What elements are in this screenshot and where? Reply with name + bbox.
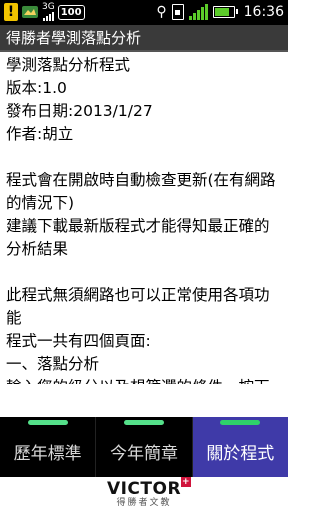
tab-about-app[interactable]: 關於程式 bbox=[192, 417, 288, 477]
battery-percent-badge: 100 bbox=[57, 4, 85, 20]
system-icons: ⚲ 16:36 bbox=[156, 2, 284, 22]
app-notification-icon bbox=[21, 3, 39, 21]
app-title-bar: 得勝者學測落點分析 bbox=[0, 25, 288, 52]
logo-subtitle: 得勝者文教 bbox=[116, 498, 172, 508]
status-bar: ! 3G 100 ⚲ 16:36 bbox=[0, 0, 288, 25]
sim-card-icon bbox=[171, 4, 184, 20]
pages-note-text: 程式一共有四個頁面: bbox=[6, 332, 151, 350]
clock: 16:36 bbox=[243, 4, 284, 20]
victor-logo: VICTOR + bbox=[106, 477, 192, 499]
tab-indicator bbox=[123, 420, 164, 425]
tab-label: 歷年標準 bbox=[13, 444, 82, 464]
warning-notification-icon: ! bbox=[4, 3, 18, 21]
notification-icons: ! 3G 100 bbox=[4, 3, 85, 21]
section-1-body: 輸入您的級分以及想篩選的條件，按下開始分析以後會出現結果落點分析時需要一點時間，… bbox=[6, 376, 282, 384]
recommend-note-text: 建議下載最新版程式才能得知最正確的分析結果 bbox=[6, 217, 270, 258]
app-name-text: 學測落點分析程式 bbox=[6, 56, 131, 74]
release-date-text: 發布日期:2013/1/27 bbox=[6, 102, 153, 120]
about-content[interactable]: 學測落點分析程式 版本:1.0 發布日期:2013/1/27 作者:胡立 程式會… bbox=[0, 54, 288, 384]
wifi-signal-icon bbox=[188, 4, 208, 20]
tab-label: 關於程式 bbox=[206, 444, 275, 464]
tab-history-standards[interactable]: 歷年標準 bbox=[0, 417, 97, 477]
offline-note-text: 此程式無須網路也可以正常使用各項功能 bbox=[6, 286, 270, 327]
tab-indicator bbox=[27, 420, 68, 425]
battery-icon bbox=[212, 6, 238, 18]
bottom-tab-bar: 歷年標準 今年簡章 關於程式 bbox=[0, 417, 288, 477]
tab-this-year-brochure[interactable]: 今年簡章 bbox=[96, 417, 193, 477]
version-text: 版本:1.0 bbox=[6, 79, 67, 97]
tab-label: 今年簡章 bbox=[109, 444, 178, 464]
logo-plus-icon: + bbox=[181, 477, 192, 487]
brand-footer: VICTOR + 得勝者文教 bbox=[0, 477, 288, 512]
usb-icon: ⚲ bbox=[156, 4, 167, 20]
section-1-title: 一、落點分析 bbox=[6, 355, 100, 373]
network-type-label: 3G bbox=[42, 2, 55, 12]
update-note-text: 程式會在開啟時自動檢查更新(在有網路的情況下) bbox=[6, 171, 276, 212]
3g-signal-icon: 3G bbox=[42, 3, 55, 21]
tab-indicator bbox=[220, 420, 261, 425]
app-title: 得勝者學測落點分析 bbox=[6, 29, 142, 47]
logo-text: VICTOR bbox=[106, 479, 182, 499]
author-text: 作者:胡立 bbox=[6, 125, 74, 143]
